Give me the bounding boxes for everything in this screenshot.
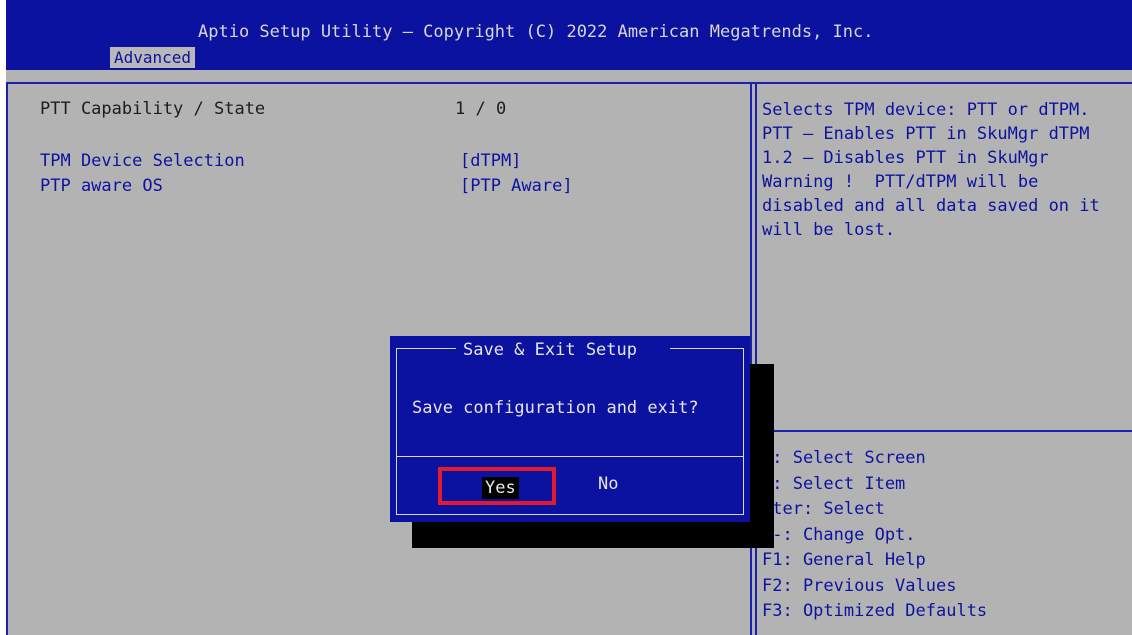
save-exit-dialog: Save & Exit Setup Save configuration and…: [390, 336, 750, 522]
help-description: Selects TPM device: PTT or dTPM. PTT – E…: [762, 100, 1111, 240]
key-legend-item: F2: Previous Values: [762, 575, 957, 596]
key-legend-item: ↓: Select Item: [762, 473, 906, 494]
header-bar: Aptio Setup Utility – Copyright (C) 2022…: [6, 0, 1132, 68]
key-legend-item: /-: Change Opt.: [762, 524, 916, 545]
panel-divider-line-inner: [755, 82, 757, 635]
setting-value-ptt-capability: 1 / 0: [455, 99, 507, 119]
key-legend-item: F3: Optimized Defaults: [762, 601, 988, 621]
yes-button[interactable]: Yes: [438, 467, 556, 505]
setting-label-tpm-device-selection[interactable]: TPM Device Selection: [40, 151, 245, 171]
setting-label-ptt-capability: PTT Capability / State: [40, 99, 266, 119]
dialog-frame-top-left: [396, 348, 456, 349]
setting-value-tpm-device-selection[interactable]: [dTPM]: [460, 151, 521, 171]
dialog-message: Save configuration and exit?: [412, 398, 699, 418]
dialog-separator: [396, 456, 743, 457]
yes-button-label: Yes: [482, 477, 519, 499]
setting-value-ptp-aware-os[interactable]: [PTP Aware]: [460, 176, 573, 196]
key-legend-item: F1: General Help: [762, 550, 926, 570]
help-keys-divider: [755, 430, 1132, 432]
tab-advanced[interactable]: Advanced: [110, 47, 196, 68]
header-title: Aptio Setup Utility – Copyright (C) 2022…: [198, 22, 874, 42]
bios-setup-screen: Aptio Setup Utility – Copyright (C) 2022…: [6, 0, 1132, 635]
top-frame-line: [6, 82, 1132, 84]
no-button[interactable]: No: [598, 473, 618, 495]
key-legend-item: ←: Select Screen: [762, 448, 926, 468]
dialog-title: Save & Exit Setup: [463, 340, 637, 360]
key-legend: ←: Select Screen ↓: Select Item nter: Se…: [762, 446, 1122, 625]
left-frame-line: [6, 82, 8, 635]
key-legend-item: nter: Select: [762, 499, 885, 519]
setting-label-ptp-aware-os[interactable]: PTP aware OS: [40, 176, 163, 196]
dialog-frame-top-right: [670, 348, 743, 349]
panel-divider-line: [750, 82, 752, 635]
